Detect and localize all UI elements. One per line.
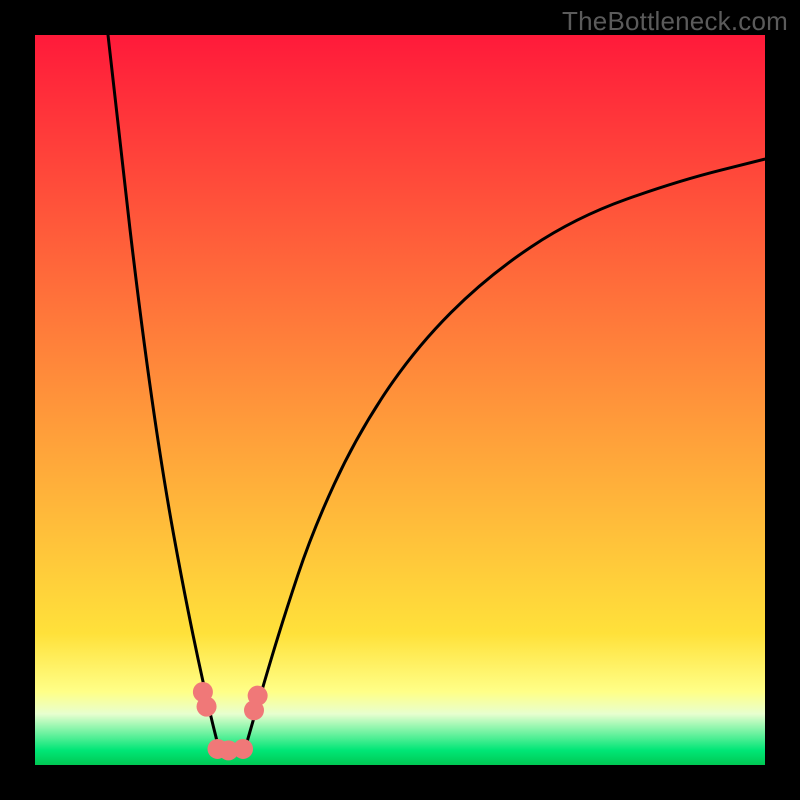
data-marker (233, 739, 253, 759)
watermark-text: TheBottleneck.com (562, 6, 788, 37)
gradient-background (35, 35, 765, 765)
chart-frame: TheBottleneck.com (0, 0, 800, 800)
plot-area (35, 35, 765, 765)
data-marker (197, 697, 217, 717)
data-marker (248, 686, 268, 706)
bottleneck-chart (35, 35, 765, 765)
